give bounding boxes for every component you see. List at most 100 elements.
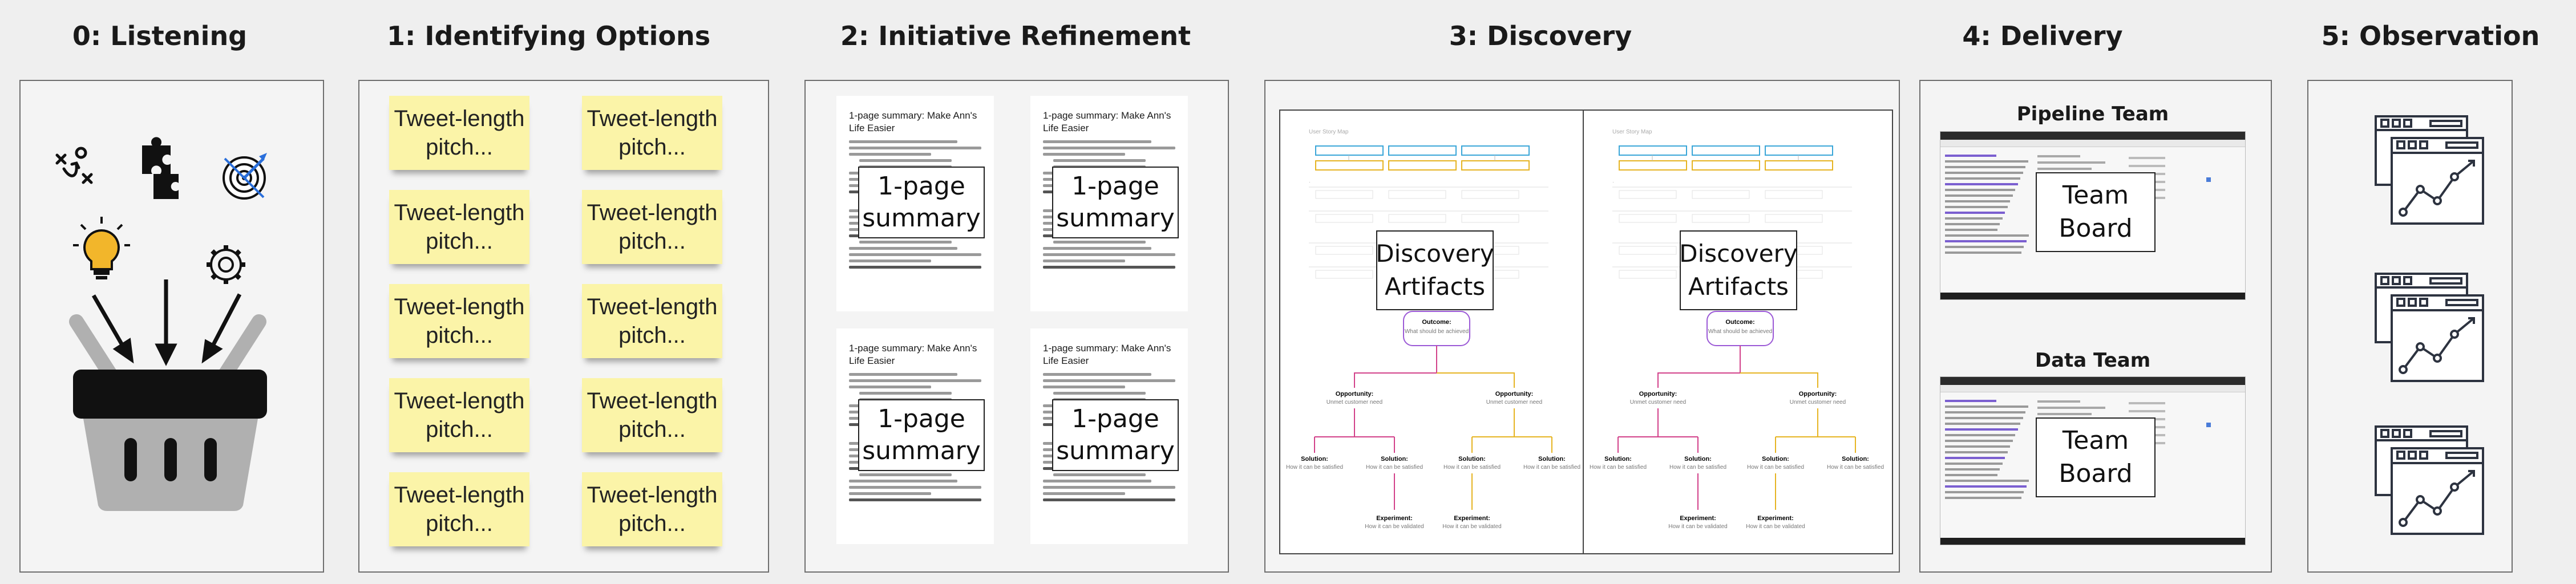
- summary-label: 1-page summary: [858, 167, 985, 238]
- artifact-line1: Discovery: [1376, 240, 1494, 267]
- document-text-line: [1043, 140, 1152, 143]
- sticky-text-line1: Tweet-length: [394, 200, 525, 225]
- sticky-text-line2: pitch...: [426, 229, 493, 254]
- experiment-text: How it can be validated: [1442, 524, 1501, 530]
- document-title: 1-page summary: Make Ann's Life Easier: [849, 343, 977, 366]
- solution-title: Solution:: [1538, 456, 1566, 463]
- sticky-note[interactable]: Tweet-length pitch...: [582, 472, 722, 546]
- sticky-text-line1: Tweet-length: [587, 106, 718, 131]
- artifact-line2: Artifacts: [1688, 273, 1789, 301]
- document-text-line: [859, 241, 952, 244]
- opportunity-text: Unmet customer need: [1630, 399, 1686, 405]
- solution-title: Solution:: [1458, 456, 1486, 463]
- document-title: 1-page summary: Make Ann's Life Easier: [1043, 110, 1171, 133]
- solution-title: Solution:: [1381, 456, 1408, 463]
- sticky-note[interactable]: Tweet-length pitch...: [389, 472, 529, 546]
- document-text-line: [1043, 153, 1125, 156]
- document-text-line: [849, 386, 931, 388]
- summary-label-line1: 1-page: [877, 404, 965, 433]
- story-map-header: User Story Map: [1612, 129, 1652, 135]
- document-text-line: [1043, 386, 1125, 388]
- solution-text: How it can be satisfied: [1747, 464, 1804, 471]
- sticky-note[interactable]: Tweet-length pitch...: [389, 190, 529, 264]
- document-text-line: [1053, 159, 1146, 162]
- document-text-line: [849, 480, 958, 482]
- stage-title-delivery: 4: Delivery: [1962, 21, 2123, 51]
- sticky-text-line2: pitch...: [618, 135, 686, 160]
- sticky-text-line1: Tweet-length: [394, 482, 525, 508]
- artifact-line1: Discovery: [1679, 240, 1798, 267]
- sticky-note[interactable]: Tweet-length pitch...: [582, 96, 722, 170]
- document-text-line: [1043, 373, 1152, 376]
- experiment-text: How it can be validated: [1746, 524, 1805, 530]
- opportunity-text: Unmet customer need: [1486, 399, 1542, 405]
- document-text-line: [849, 498, 981, 501]
- document-text-line: [1053, 473, 1146, 476]
- sticky-note[interactable]: Tweet-length pitch...: [582, 284, 722, 358]
- summary-label-line1: 1-page: [1071, 404, 1159, 433]
- sticky-text-line1: Tweet-length: [394, 294, 525, 319]
- listening-illustration: [55, 137, 267, 511]
- document-text-line: [859, 473, 952, 476]
- dashboard-chart-icon: [2373, 114, 2488, 231]
- document-text-line: [1053, 241, 1146, 244]
- opportunity-text: Unmet customer need: [1790, 399, 1846, 405]
- solution-text: How it can be satisfied: [1366, 464, 1423, 471]
- document-text-line: [1043, 259, 1125, 262]
- solution-text: How it can be satisfied: [1523, 464, 1580, 471]
- svg-text:·: ·: [1612, 179, 1614, 185]
- solution-title: Solution:: [1604, 456, 1632, 463]
- document-text-line: [1053, 392, 1146, 395]
- stage-title-listening: 0: Listening: [72, 21, 248, 51]
- summary-label-line2: summary: [862, 204, 981, 233]
- target-bullseye-icon: [223, 153, 267, 200]
- discovery-board[interactable]: User Story Map · Outcome: What should be ac…: [1279, 110, 1590, 554]
- experiment-title: Experiment:: [1757, 515, 1794, 522]
- opportunity-solution-tree: User Story Map · Outcome: What should be ac…: [1286, 129, 1580, 530]
- document-text-line: [849, 492, 931, 495]
- summary-label-line1: 1-page: [1071, 172, 1159, 201]
- solution-title: Solution:: [1762, 456, 1789, 463]
- experiment-title: Experiment:: [1680, 515, 1716, 522]
- summary-label-line2: summary: [1056, 436, 1175, 465]
- sticky-text-line2: pitch...: [618, 417, 686, 442]
- sticky-text-line2: pitch...: [426, 323, 493, 348]
- sticky-text-line2: pitch...: [618, 511, 686, 536]
- document-text-line: [1043, 253, 1175, 256]
- stage-title-observation: 5: Observation: [2321, 21, 2540, 51]
- sticky-note[interactable]: Tweet-length pitch...: [389, 378, 529, 452]
- solution-title: Solution:: [1684, 456, 1712, 463]
- sticky-note[interactable]: Tweet-length pitch...: [582, 378, 722, 452]
- document-text-line: [1043, 147, 1175, 149]
- solution-text: How it can be satisfied: [1669, 464, 1726, 471]
- sticky-text-line2: pitch...: [426, 511, 493, 536]
- document-text-line: [849, 247, 958, 250]
- document-text-line: [849, 259, 931, 262]
- document-title: 1-page summary: Make Ann's Life Easier: [1043, 343, 1171, 366]
- opportunity-solution-tree: User Story Map · Outcome: What should be ac…: [1590, 129, 1884, 530]
- opportunity-text: Unmet customer need: [1327, 399, 1382, 405]
- arrow-icons: [91, 279, 242, 366]
- strategy-play-icon: [55, 147, 93, 184]
- document-text-line: [849, 379, 981, 382]
- sticky-note[interactable]: Tweet-length pitch...: [582, 190, 722, 264]
- sticky-note[interactable]: Tweet-length pitch...: [389, 96, 529, 170]
- opportunity-title: Opportunity:: [1639, 391, 1677, 398]
- sticky-text-line2: pitch...: [426, 417, 493, 442]
- discovery-board[interactable]: User Story Map · Outcome: What should be ac…: [1583, 110, 1893, 554]
- team-board-line2: Board: [2059, 459, 2133, 488]
- summary-label-line2: summary: [1056, 204, 1175, 233]
- solution-title: Solution:: [1301, 456, 1328, 463]
- document-text-line: [849, 373, 958, 376]
- document-text-line: [849, 266, 981, 269]
- opportunity-title: Opportunity:: [1495, 391, 1534, 398]
- team-name: Pipeline Team: [2016, 103, 2169, 125]
- summary-label: 1-page summary: [1052, 399, 1179, 471]
- document-text-line: [1043, 247, 1152, 250]
- summary-label-line2: summary: [862, 436, 981, 465]
- sticky-note[interactable]: Tweet-length pitch...: [389, 284, 529, 358]
- summary-label: 1-page summary: [858, 399, 985, 471]
- document-title: 1-page summary: Make Ann's Life Easier: [849, 110, 977, 133]
- outcome-title: Outcome:: [1422, 319, 1451, 326]
- sticky-text-line1: Tweet-length: [394, 388, 525, 413]
